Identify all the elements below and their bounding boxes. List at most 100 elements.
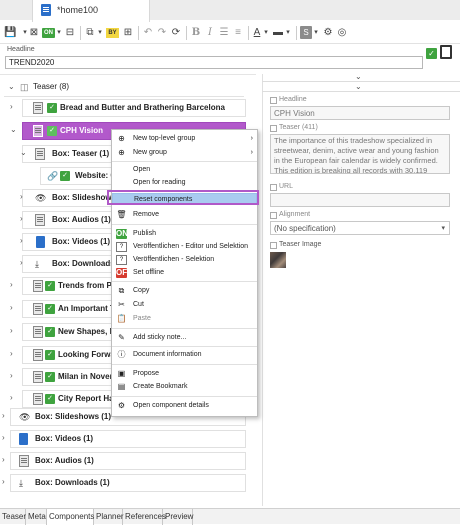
tree-item[interactable]: 🔗 ✓ Website: C: [40, 167, 120, 185]
headline-field-input[interactable]: CPH Vision: [270, 106, 450, 120]
numbered-list-icon[interactable]: ☰: [218, 26, 230, 39]
tree-item[interactable]: ✓ Bread and Butter and Brathering Barcel…: [22, 99, 246, 117]
tree-item[interactable]: Box: Teaser (1): [22, 145, 122, 163]
article-icon: [35, 148, 45, 160]
bold-icon[interactable]: B: [190, 26, 202, 39]
alignment-field-checkbox[interactable]: [270, 212, 277, 219]
tree-item[interactable]: ✓ City Report Ham: [22, 390, 122, 408]
headline-field-checkbox[interactable]: [270, 97, 277, 104]
tab-preview[interactable]: Preview: [163, 509, 193, 525]
menu-item-publish[interactable]: ON Publish: [112, 228, 257, 240]
collapse-caret-icon[interactable]: ⌄: [355, 72, 362, 81]
menu-item-copy[interactable]: ⧉ Copy: [112, 285, 257, 297]
tree-item[interactable]: ✓ New Shapes, Ne: [22, 323, 122, 341]
tab-teaser[interactable]: Teaser: [0, 509, 26, 525]
tree-item[interactable]: Box: Audios (1): [22, 211, 122, 229]
published-check-icon: ✓: [60, 171, 70, 181]
headline-input[interactable]: [5, 56, 423, 69]
spellcheck-dropdown-icon[interactable]: ▾: [262, 26, 270, 39]
chevron-right-icon[interactable]: ›: [10, 371, 13, 380]
tree-item[interactable]: ⤓ Box: Downloads (1): [10, 474, 246, 492]
tree-item[interactable]: Box: Audios (1): [10, 452, 246, 470]
save-icon[interactable]: 💾: [4, 26, 16, 39]
menu-item-new-top-level-group[interactable]: ⊕ New top-level group ›: [112, 133, 257, 145]
tree-item[interactable]: ✓ Trends from Pre: [22, 277, 122, 295]
chevron-down-icon[interactable]: ⌄: [20, 148, 27, 157]
chevron-right-icon[interactable]: ›: [2, 433, 5, 442]
tree-item[interactable]: Box: Videos (1): [22, 233, 122, 251]
tab-references[interactable]: References: [123, 509, 166, 525]
chevron-right-icon[interactable]: ›: [20, 258, 23, 267]
chevron-right-icon[interactable]: ›: [10, 280, 13, 289]
undo-icon[interactable]: ↶: [142, 26, 154, 39]
menu-item-publish-editor-selection[interactable]: ? Veröffentlichen - Editor und Selektion: [112, 241, 257, 253]
chevron-right-icon[interactable]: ›: [20, 214, 23, 223]
menu-item-cut[interactable]: ✂ Cut: [112, 299, 257, 311]
chevron-right-icon[interactable]: ›: [2, 477, 5, 486]
chevron-down-icon[interactable]: ⌄: [8, 79, 15, 95]
tree-root-teaser[interactable]: ⌄ ◫ Teaser (8): [4, 79, 244, 97]
menu-item-paste[interactable]: 📋 Paste: [112, 313, 257, 325]
chevron-right-icon[interactable]: ›: [10, 349, 13, 358]
spellcheck-icon[interactable]: A: [252, 26, 262, 39]
menu-item-open-component-details[interactable]: ⚙ Open component details: [112, 400, 257, 412]
chevron-right-icon[interactable]: ›: [2, 411, 5, 420]
tab-components[interactable]: Components: [47, 509, 94, 525]
settings-icon[interactable]: ⚙: [322, 26, 334, 39]
article-icon: [35, 214, 45, 226]
tree-item[interactable]: ✓ An Important Tre: [22, 300, 122, 318]
reset-components-highlight-outline: [107, 190, 259, 205]
italic-icon[interactable]: I: [204, 26, 216, 39]
by-tag-icon[interactable]: BY: [106, 28, 119, 38]
chevron-right-icon[interactable]: ›: [2, 455, 5, 464]
chevron-right-icon[interactable]: ›: [10, 393, 13, 402]
teaser-field-checkbox[interactable]: [270, 125, 277, 132]
menu-item-open-for-reading[interactable]: Open for reading: [112, 177, 257, 189]
menu-item-document-information[interactable]: ⓘ Document information: [112, 349, 257, 361]
menu-item-propose[interactable]: ▣ Propose: [112, 368, 257, 380]
chevron-right-icon[interactable]: ›: [20, 192, 23, 201]
publish-on-icon[interactable]: ON: [42, 28, 55, 38]
menu-item-remove[interactable]: 🗑 Remove: [112, 209, 257, 221]
chevron-right-icon[interactable]: ›: [20, 236, 23, 245]
tree-item[interactable]: ⤓ Box: Downloads (: [22, 255, 122, 273]
line-style-icon[interactable]: ▬: [272, 26, 284, 39]
url-field-checkbox[interactable]: [270, 184, 277, 191]
chevron-right-icon[interactable]: ›: [10, 102, 13, 111]
tree-item[interactable]: ✓ Looking Forward: [22, 346, 123, 364]
menu-item-new-group[interactable]: ⊕ New group ›: [112, 147, 257, 159]
teaser-textarea[interactable]: The importance of this tradeshow special…: [270, 134, 450, 174]
grid-icon[interactable]: ⊞: [122, 26, 134, 39]
publish-dropdown-icon[interactable]: ▾: [55, 26, 63, 39]
menu-item-open[interactable]: Open: [112, 164, 257, 176]
chevron-right-icon[interactable]: ›: [10, 303, 13, 312]
collapse-caret-icon[interactable]: ⌄: [355, 82, 362, 91]
tree-item[interactable]: Box: Videos (1): [10, 430, 246, 448]
teaser-image-checkbox[interactable]: [270, 242, 277, 249]
bullet-list-icon[interactable]: ≡: [232, 26, 244, 39]
document-tab[interactable]: *home100: [32, 0, 150, 22]
menu-item-publish-selection[interactable]: ? Veröffentlichen - Selektion: [112, 254, 257, 266]
teaser-image-thumbnail[interactable]: [270, 252, 286, 268]
reload-doc-icon[interactable]: ⟳: [170, 26, 182, 39]
tree-item[interactable]: ✓ Milan in Novemb: [22, 368, 122, 386]
url-field-input[interactable]: [270, 193, 450, 207]
tab-planner[interactable]: Planner: [94, 509, 124, 525]
document-view-icon[interactable]: [440, 45, 452, 59]
menu-item-create-bookmark[interactable]: ▤ Create Bookmark: [112, 381, 257, 393]
chevron-right-icon[interactable]: ›: [10, 326, 13, 335]
copy-doc-icon[interactable]: ⧉: [84, 26, 96, 39]
redo-icon[interactable]: ↷: [156, 26, 168, 39]
line-style-dropdown-icon[interactable]: ▾: [284, 26, 292, 39]
screen-icon[interactable]: ⊟: [64, 26, 76, 39]
check-circle-icon[interactable]: ◎: [336, 26, 348, 39]
alignment-select[interactable]: (No specification) ▾: [270, 221, 450, 235]
close-window-icon[interactable]: ⊠: [28, 26, 40, 39]
menu-item-add-sticky-note[interactable]: ✎ Add sticky note...: [112, 332, 257, 344]
code-dropdown-icon[interactable]: ▾: [312, 26, 320, 39]
copy-dropdown-icon[interactable]: ▾: [96, 26, 104, 39]
code-icon[interactable]: S: [300, 26, 312, 39]
chevron-down-icon[interactable]: ⌄: [10, 125, 17, 134]
menu-item-set-offline[interactable]: OFF Set offline: [112, 267, 257, 279]
tab-meta[interactable]: Meta: [26, 509, 47, 525]
